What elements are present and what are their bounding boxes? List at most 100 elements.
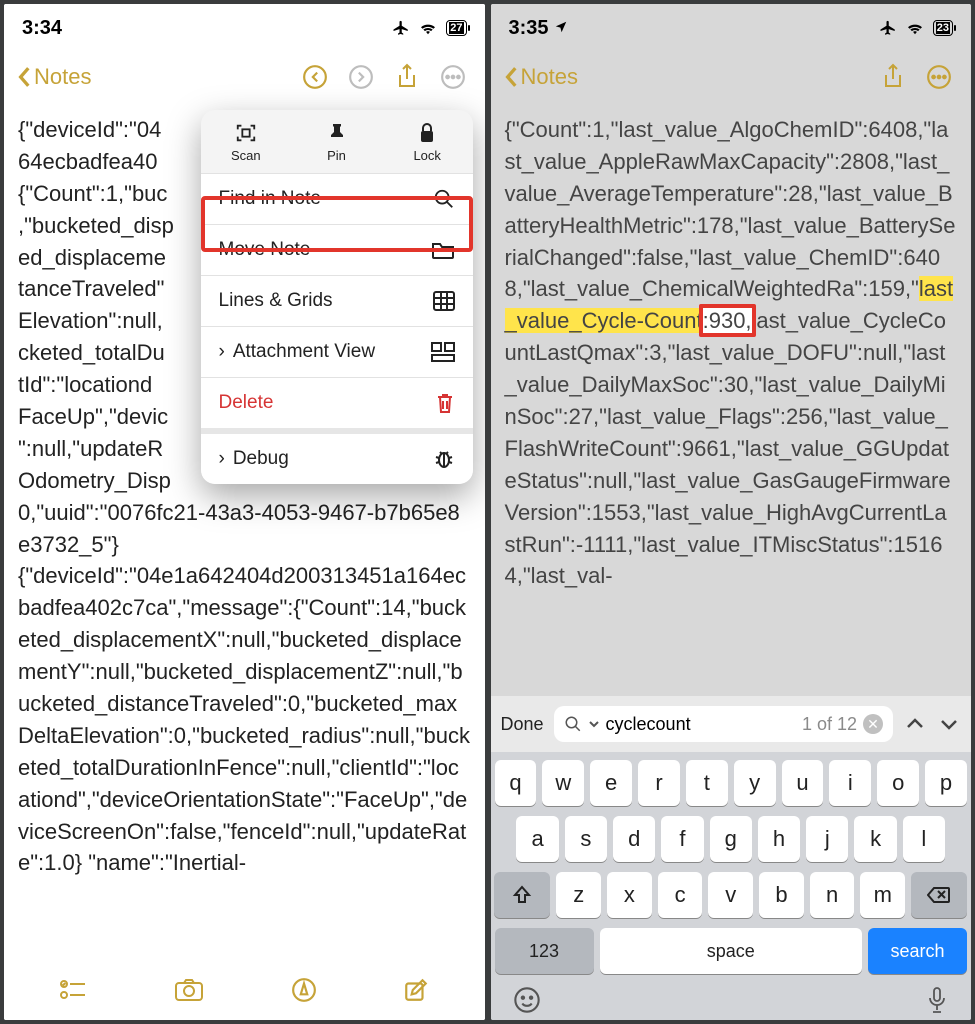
- back-button[interactable]: Notes: [18, 64, 91, 90]
- share-icon: [395, 63, 419, 91]
- key-u[interactable]: u: [782, 760, 824, 806]
- dictation-key[interactable]: [925, 986, 949, 1014]
- key-o[interactable]: o: [877, 760, 919, 806]
- key-j[interactable]: j: [806, 816, 848, 862]
- context-menu: Scan Pin Lock Find in Note Move Note Lin…: [201, 110, 473, 484]
- checklist-button[interactable]: [59, 978, 87, 1007]
- menu-move[interactable]: Move Note: [201, 225, 473, 276]
- wifi-icon: [418, 21, 438, 35]
- key-q[interactable]: q: [495, 760, 537, 806]
- battery-icon: 27: [446, 20, 466, 36]
- emoji-icon: [513, 986, 541, 1014]
- search-key[interactable]: search: [868, 928, 967, 974]
- key-w[interactable]: w: [542, 760, 584, 806]
- key-n[interactable]: n: [810, 872, 855, 918]
- highlight-value: :930,: [703, 308, 752, 333]
- key-c[interactable]: c: [658, 872, 703, 918]
- redo-button: [343, 59, 379, 95]
- status-bar: 3:34 27: [4, 4, 485, 52]
- key-d[interactable]: d: [613, 816, 655, 862]
- menu-delete[interactable]: Delete: [201, 378, 473, 434]
- key-t[interactable]: t: [686, 760, 728, 806]
- key-v[interactable]: v: [708, 872, 753, 918]
- status-icons: 27: [392, 19, 466, 37]
- chevron-left-icon: [505, 66, 519, 88]
- location-icon: [554, 20, 568, 34]
- status-bar: 3:35 23: [491, 4, 972, 52]
- toolbar: Notes: [491, 52, 972, 102]
- key-f[interactable]: f: [661, 816, 703, 862]
- camera-button[interactable]: [174, 978, 204, 1007]
- markup-icon: [291, 977, 317, 1003]
- backspace-icon: [927, 886, 951, 904]
- back-label: Notes: [521, 64, 578, 90]
- key-z[interactable]: z: [556, 872, 601, 918]
- wifi-icon: [905, 21, 925, 35]
- toolbar: Notes: [4, 52, 485, 102]
- more-button[interactable]: [921, 59, 957, 95]
- key-r[interactable]: r: [638, 760, 680, 806]
- scan-icon: [235, 122, 257, 144]
- share-button[interactable]: [389, 59, 425, 95]
- chevron-down-icon[interactable]: [588, 718, 600, 730]
- pin-icon: [327, 122, 347, 144]
- shift-key[interactable]: [494, 872, 550, 918]
- attachment-view-icon: [431, 342, 455, 362]
- airplane-icon: [392, 19, 410, 37]
- chevron-left-icon: [18, 66, 32, 88]
- key-g[interactable]: g: [710, 816, 752, 862]
- backspace-key[interactable]: [911, 872, 967, 918]
- bug-icon: [433, 448, 455, 470]
- undo-icon: [302, 64, 328, 90]
- shift-icon: [512, 885, 532, 905]
- find-next[interactable]: [937, 712, 961, 736]
- key-h[interactable]: h: [758, 816, 800, 862]
- key-m[interactable]: m: [860, 872, 905, 918]
- lock-icon: [417, 122, 437, 144]
- key-y[interactable]: y: [734, 760, 776, 806]
- find-prev[interactable]: [903, 712, 927, 736]
- menu-attachment[interactable]: ›Attachment View: [201, 327, 473, 378]
- key-p[interactable]: p: [925, 760, 967, 806]
- clear-button[interactable]: ✕: [863, 714, 883, 734]
- keyboard: qwertyuiop asdfghjkl zxcvbnm 123 space s…: [491, 752, 972, 1020]
- status-time: 3:35: [509, 17, 569, 40]
- back-button[interactable]: Notes: [505, 64, 578, 90]
- key-k[interactable]: k: [854, 816, 896, 862]
- done-button[interactable]: Done: [501, 714, 544, 735]
- key-i[interactable]: i: [829, 760, 871, 806]
- menu-lines[interactable]: Lines & Grids: [201, 276, 473, 327]
- numbers-key[interactable]: 123: [495, 928, 594, 974]
- key-e[interactable]: e: [590, 760, 632, 806]
- back-label: Notes: [34, 64, 91, 90]
- mic-icon: [925, 986, 949, 1014]
- key-x[interactable]: x: [607, 872, 652, 918]
- key-l[interactable]: l: [903, 816, 945, 862]
- menu-scan[interactable]: Scan: [201, 110, 292, 173]
- key-s[interactable]: s: [565, 816, 607, 862]
- key-a[interactable]: a: [516, 816, 558, 862]
- menu-pin[interactable]: Pin: [291, 110, 382, 173]
- key-b[interactable]: b: [759, 872, 804, 918]
- menu-lock[interactable]: Lock: [382, 110, 473, 173]
- share-button[interactable]: [875, 59, 911, 95]
- ellipsis-icon: [926, 64, 952, 90]
- emoji-key[interactable]: [513, 986, 541, 1014]
- undo-button[interactable]: [297, 59, 333, 95]
- note-body[interactable]: {"Count":1,"last_value_AlgoChemID":6408,…: [491, 102, 972, 696]
- compose-icon: [403, 977, 429, 1003]
- bottom-toolbar: [4, 964, 485, 1020]
- find-field[interactable]: 1 of 12 ✕: [554, 706, 893, 742]
- status-icons: 23: [879, 19, 953, 37]
- more-button[interactable]: [435, 59, 471, 95]
- menu-debug[interactable]: ›Debug: [201, 434, 473, 484]
- checklist-icon: [59, 978, 87, 1002]
- left-screenshot: 3:34 27 Notes {"deviceId":"04 64ecba: [4, 4, 485, 1020]
- space-key[interactable]: space: [600, 928, 862, 974]
- menu-find[interactable]: Find in Note: [201, 174, 473, 225]
- compose-button[interactable]: [403, 977, 429, 1008]
- search-icon: [564, 715, 582, 733]
- markup-button[interactable]: [291, 977, 317, 1008]
- find-input[interactable]: [606, 714, 698, 735]
- trash-icon: [435, 392, 455, 414]
